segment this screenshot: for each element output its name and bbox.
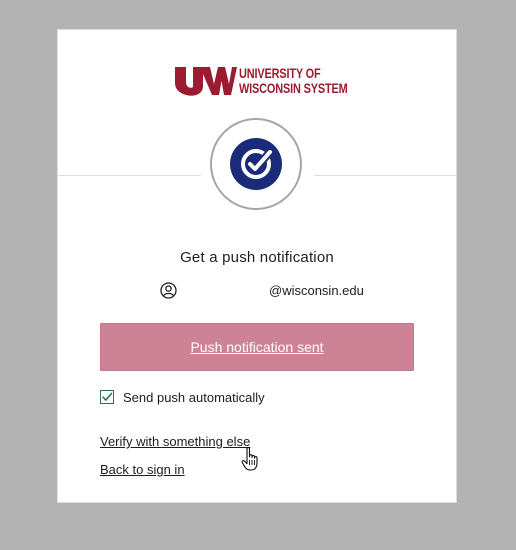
uw-logo-mark xyxy=(175,67,237,96)
push-notification-sent-button[interactable]: Push notification sent xyxy=(100,323,414,371)
verify-with-something-else-link[interactable]: Verify with something else xyxy=(100,434,250,449)
header-divider-right xyxy=(314,175,457,176)
checkmark-icon xyxy=(102,392,113,401)
push-button-label: Push notification sent xyxy=(190,339,324,355)
user-circle-icon xyxy=(160,281,177,299)
send-push-automatically-label: Send push automatically xyxy=(123,389,265,405)
sign-in-card: UNIVERSITY OF WISCONSIN SYSTEM Get a pus… xyxy=(57,29,457,503)
challenge-title: Get a push notification xyxy=(180,249,334,266)
send-push-automatically-checkbox[interactable] xyxy=(100,390,114,404)
hand-pointer-cursor-icon xyxy=(241,446,258,471)
authenticator-badge xyxy=(210,118,302,210)
identifier-domain: @wisconsin.edu xyxy=(269,282,364,298)
back-to-sign-in-link[interactable]: Back to sign in xyxy=(100,462,185,477)
university-logo: UNIVERSITY OF WISCONSIN SYSTEM xyxy=(173,64,348,98)
okta-verify-check-icon xyxy=(230,138,282,190)
header-divider-left xyxy=(58,175,201,176)
university-name: UNIVERSITY OF WISCONSIN SYSTEM xyxy=(239,66,348,96)
user-identifier: @wisconsin.edu xyxy=(160,280,364,300)
university-name-line2: WISCONSIN SYSTEM xyxy=(239,80,348,96)
send-push-automatically-option[interactable]: Send push automatically xyxy=(100,388,265,406)
university-name-line1: UNIVERSITY OF xyxy=(239,65,321,81)
